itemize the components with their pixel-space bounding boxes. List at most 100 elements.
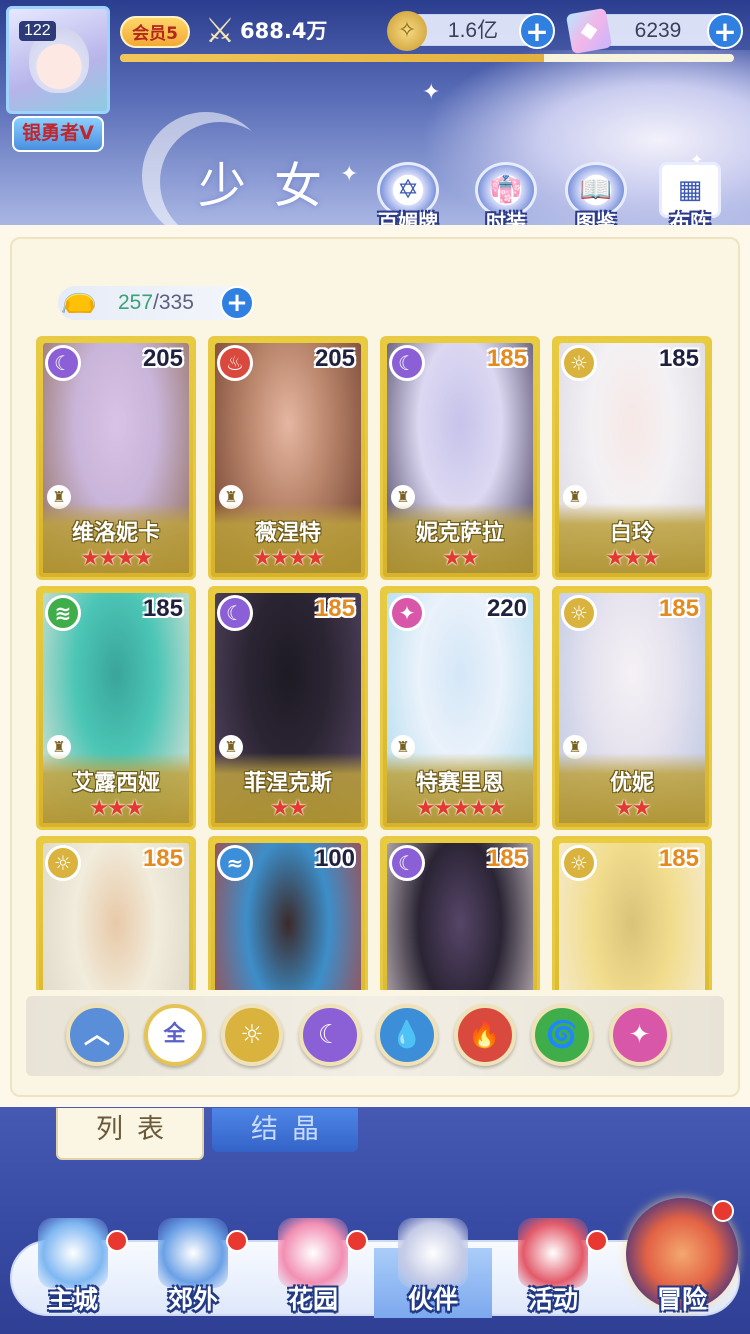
wind-element-icon: ≋ [45,595,81,631]
star-rating: ★★★ [605,546,660,571]
add-gems-button[interactable]: + [707,13,743,49]
character-level: 185 [142,845,183,872]
character-level: 185 [486,845,527,872]
nav-label: 伙伴 [407,1285,458,1314]
bag-icon: 👝 [60,280,98,315]
expand-capacity-button[interactable]: + [220,286,254,320]
castle-icon [38,1218,108,1288]
star-rating: ★★★★ [80,546,154,571]
add-gold-button[interactable]: + [519,13,555,49]
character-level: 185 [658,345,699,372]
character-name: 菲涅克斯 [243,771,332,796]
gem-counter: ◆ 6239 + [565,7,743,55]
moon-element-icon: ☾ [389,345,425,381]
portal-icon [158,1218,228,1288]
gold-value: 1.6亿 [447,19,499,42]
sun-element-icon: ☼ [561,595,597,631]
character-card[interactable]: ☾ 185 ♜ 菲涅克斯 ★★ [208,586,368,830]
character-card[interactable]: ☾ 205 ♜ 维洛妮卡 ★★★★ [36,336,196,580]
nav-item-castle[interactable]: 主城 [14,1218,132,1318]
nav-label: 活动 [527,1285,578,1314]
tab-crystal[interactable]: 结晶 [212,1108,358,1152]
gift-icon [518,1218,588,1288]
moon-element-icon: ☾ [389,845,425,881]
gold-counter: ✧ 1.6亿 + [387,11,555,51]
character-level: 205 [142,345,183,372]
character-level: 205 [314,345,355,372]
nav-item-heart-garden[interactable]: 花园 [254,1218,372,1318]
capacity-max: /335 [153,291,194,314]
character-card[interactable]: ☼ 185 ♜ 优妮 ★★ [552,586,712,830]
nav-label: 郊外 [167,1285,218,1314]
moon-element-icon: ☾ [217,595,253,631]
filter-water-button[interactable]: 💧 [376,1004,438,1066]
sword-power-icon: ⚔ [204,11,236,51]
page-title: 少女 [198,158,351,214]
fire-element-icon: ♨ [217,345,253,381]
player-avatar[interactable]: 122 [6,6,110,114]
character-card[interactable]: ☾ 185 ♜ 妮克萨拉 ★★ [380,336,540,580]
filter-star-button[interactable]: ✦ [608,1004,671,1066]
notification-dot [226,1230,248,1252]
capacity-current: 257 [118,291,154,314]
vip-badge[interactable]: 会员5 [120,16,190,48]
exp-progress-bar [120,54,734,62]
filter-fire-button[interactable]: 🔥 [453,1004,516,1066]
character-level: 185 [658,595,699,622]
star-rating: ★★ [442,546,479,571]
nav-item-partner-portrait[interactable]: 伙伴 [374,1218,492,1318]
character-card[interactable]: ☼ 185 [552,836,712,990]
character-card[interactable]: ≋ 185 ♜ 艾露西娅 ★★★ [36,586,196,830]
exp-progress-fill [120,54,544,62]
nav-label: 主城 [47,1285,98,1314]
tab-list[interactable]: 列表 [56,1108,204,1160]
sun-element-icon: ☼ [45,845,81,881]
nav-label: 花园 [287,1285,338,1314]
power-value: 688.4万 [240,19,328,43]
star-rating: ★★★★ [252,546,326,571]
player-title-badge[interactable]: 银勇者V [12,116,104,152]
nav-item-gift[interactable]: 活动 [494,1218,612,1318]
character-level: 185 [314,595,355,622]
character-name: 白玲 [609,521,654,546]
star-element-icon: ✦ [389,595,425,631]
notification-dot [346,1230,368,1252]
filter-all-elements-up-button[interactable]: ︿ [66,1004,128,1066]
star-rating: ★★★ [89,796,144,821]
star-rating: ★★ [270,796,307,821]
gold-coin-icon: ✧ [387,11,427,51]
gem-value: 6239 [634,19,682,42]
gem-icon: ◆ [565,7,613,55]
filter-sun-button[interactable]: ☼ [221,1004,283,1066]
notification-dot [586,1230,608,1252]
filter-wind-button[interactable]: 🌀 [531,1004,593,1066]
character-card[interactable]: ☼ 185 ♜ 白玲 ★★★ [552,336,712,580]
character-card[interactable]: ☼ 185 [36,836,196,990]
character-level: 100 [314,845,355,872]
filter-moon-button[interactable]: ☾ [298,1004,361,1066]
notification-dot [712,1200,734,1222]
character-card[interactable]: ♨ 205 ♜ 薇涅特 ★★★★ [208,336,368,580]
water-element-icon: ≈ [217,845,253,881]
character-card[interactable]: ✦ 220 ♜ 特赛里恩 ★★★★★ [380,586,540,830]
heart-garden-icon [278,1218,348,1288]
partner-portrait-icon [398,1218,468,1288]
character-level: 185 [486,345,527,372]
character-card[interactable]: ☾ 185 [380,836,540,990]
star-rating: ★★★★★ [415,796,507,821]
character-level: 220 [486,595,527,622]
moon-element-icon: ☾ [45,345,81,381]
sun-element-icon: ☼ [561,845,597,881]
filter-all-button[interactable]: 全 [143,1004,206,1066]
star-rating: ★★ [614,796,651,821]
character-name: 维洛妮卡 [71,521,160,546]
capacity-text: 257/335 [118,286,194,320]
character-name: 妮克萨拉 [415,521,504,546]
nav-adventure-label[interactable]: 冒险 [626,1280,738,1316]
notification-dot [106,1230,128,1252]
element-filter-bar: ︿ 全 ☼ ☾ 💧 🔥 🌀 ✦ [26,996,724,1076]
character-name: 薇涅特 [254,521,321,546]
character-card[interactable]: ≈100 [208,836,368,990]
nav-item-portal[interactable]: 郊外 [134,1218,252,1318]
character-name: 艾露西娅 [71,771,160,796]
